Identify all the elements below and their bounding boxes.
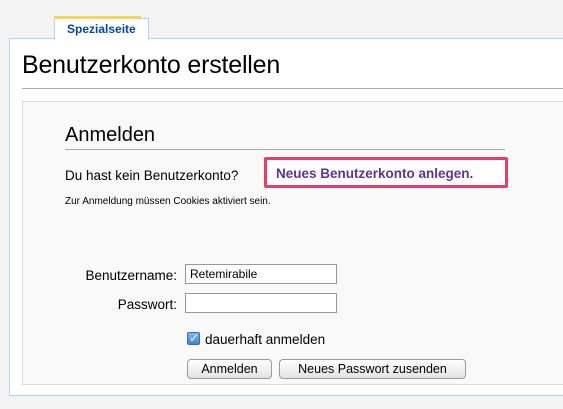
check-icon: ✓ [189,331,200,345]
tab-label: Spezialseite [67,22,136,36]
no-account-text: Du hast kein Benutzerkonto? [65,168,239,183]
login-button[interactable]: Anmelden [187,359,272,379]
password-input[interactable] [185,293,337,313]
highlight-box: Neues Benutzerkonto anlegen. [264,157,508,188]
create-account-link[interactable]: Neues Benutzerkonto anlegen. [276,166,473,181]
username-label: Benutzername: [85,268,177,283]
tab-accent-bar [54,16,141,19]
title-divider [22,88,563,89]
remember-checkbox[interactable]: ✓ [187,331,200,345]
remember-label: dauerhaft anmelden [205,332,326,347]
reset-password-button[interactable]: Neues Passwort zusenden [279,359,466,379]
tab-special-page[interactable]: Spezialseite [54,18,149,40]
username-input[interactable] [185,264,337,284]
login-form: Anmelden Du hast kein Benutzerkonto? Neu… [22,101,563,385]
cookie-note: Zur Anmeldung müssen Cookies aktiviert s… [65,196,271,207]
section-title: Anmelden [65,124,156,146]
password-label: Passwort: [117,297,177,312]
page-title: Benutzerkonto erstellen [22,51,281,79]
section-divider [65,149,505,150]
content-area: Benutzerkonto erstellen Anmelden Du hast… [9,38,563,396]
